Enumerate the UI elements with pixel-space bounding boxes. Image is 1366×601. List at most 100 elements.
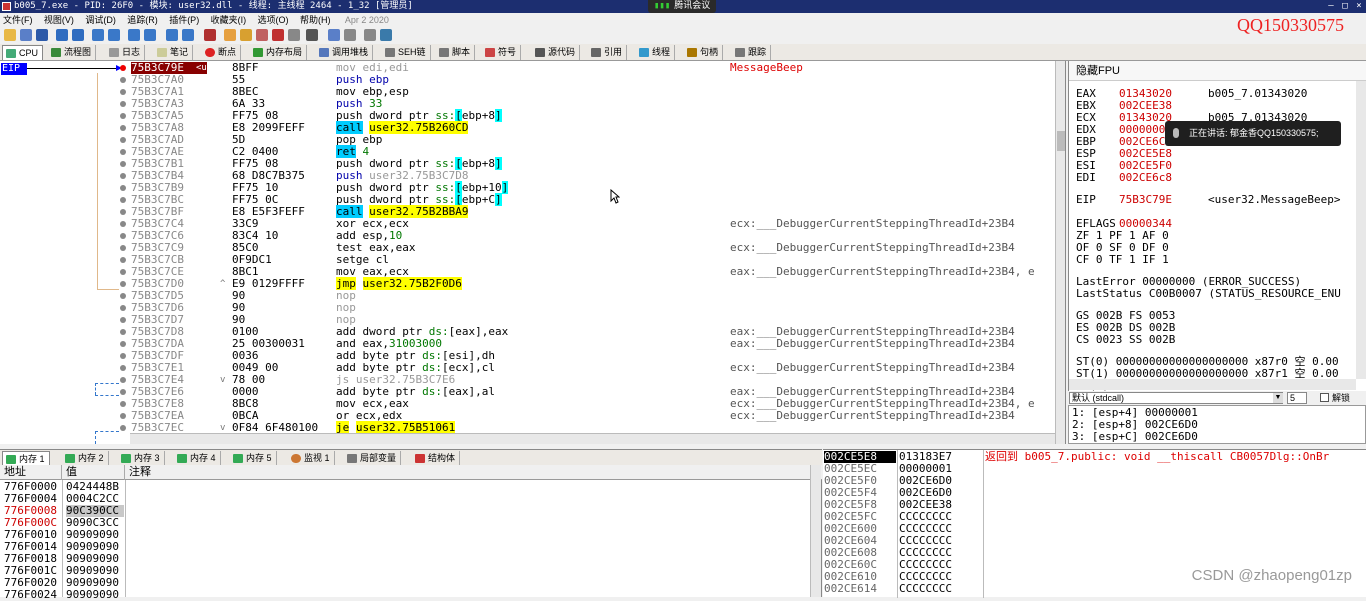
register-line[interactable]: CS 0023 SS 002B (1076, 334, 1175, 346)
disassembly-hscrollbar[interactable] (130, 433, 1055, 444)
bullet-icon[interactable] (120, 149, 126, 155)
menu-view[interactable]: 视图(V) (44, 15, 74, 25)
registers-hscrollbar[interactable] (1069, 379, 1356, 390)
bullet-icon[interactable] (120, 257, 126, 263)
disasm-row[interactable]: 75B3C7D7 90 nop (120, 314, 1055, 326)
menu-trace[interactable]: 追踪(R) (127, 15, 158, 25)
bookmarks-icon[interactable] (272, 29, 284, 41)
bullet-icon[interactable] (120, 233, 126, 239)
bullet-icon[interactable] (120, 173, 126, 179)
tab-dump-4[interactable]: 内存 4 (174, 451, 221, 466)
tab-seh-chain[interactable]: SEH链 (382, 45, 431, 60)
dump-value[interactable]: 90909090 (66, 589, 124, 601)
disasm-row[interactable]: 75B3C7E8 8BC8 mov ecx,eax ecx:___DebuggerCu… (120, 398, 1055, 410)
registers-panel[interactable]: 隐藏FPU EAX 01343020 b005_7.01343020 EBX 002CE… (1068, 61, 1366, 392)
tab-dump-2[interactable]: 内存 2 (62, 451, 109, 466)
bullet-icon[interactable] (120, 161, 126, 167)
tab-log[interactable]: 日志 (106, 45, 146, 60)
column-address[interactable]: 地址 (0, 465, 62, 480)
bullet-icon[interactable] (120, 185, 126, 191)
find-strings-icon[interactable] (328, 29, 340, 41)
tab-locals[interactable]: 局部变量 (344, 451, 402, 466)
menu-plugins[interactable]: 插件(P) (169, 15, 199, 25)
calling-convention-select[interactable]: 默认 (stdcall) (1069, 392, 1283, 404)
bullet-icon[interactable] (120, 89, 126, 95)
bullet-icon[interactable] (120, 293, 126, 299)
disassembly-view[interactable]: EIP 75B3C79E <u 8BFF mov edi,edi MessageBeep… (0, 61, 1066, 444)
column-value[interactable]: 值 (62, 465, 125, 480)
stop-icon[interactable] (36, 29, 48, 41)
column-comment[interactable]: 注释 (125, 465, 810, 480)
tab-handles[interactable]: 句柄 (684, 45, 724, 60)
bullet-icon[interactable] (120, 305, 126, 311)
calculator-icon[interactable] (344, 29, 356, 41)
registers-scrollbar[interactable] (1356, 81, 1366, 379)
menu-favourites[interactable]: 收藏夹(I) (211, 15, 247, 25)
disasm-row[interactable]: 75B3C7D6 90 nop (120, 302, 1055, 314)
execute-till-return-icon[interactable] (166, 29, 178, 41)
meeting-indicator[interactable]: ▮▮▮ 腾讯会议 (648, 0, 717, 13)
bullet-icon[interactable] (120, 221, 126, 227)
disasm-row[interactable]: 75B3C7C6 83C4 10 add esp,10 (120, 230, 1055, 242)
menu-help[interactable]: 帮助(H) (300, 15, 331, 25)
disasm-row[interactable]: 75B3C7E4 v 78 00 js user32.75B3C7E6 (120, 374, 1055, 386)
bullet-icon[interactable] (120, 281, 126, 287)
trace-into-icon[interactable] (128, 29, 140, 41)
bullet-icon[interactable] (120, 365, 126, 371)
disasm-row[interactable]: 75B3C79E <u 8BFF mov edi,edi MessageBeep (120, 62, 1055, 74)
tab-struct[interactable]: 结构体 (412, 451, 461, 466)
pause-icon[interactable] (72, 29, 84, 41)
close-icon[interactable]: × (1352, 0, 1366, 13)
memory-dump[interactable]: 地址 值 注释 776F0000 0424448B 776F0004 0004C2CC… (0, 465, 822, 601)
register-line[interactable]: EIP 75B3C79E <user32.MessageBeep> (1076, 194, 1340, 206)
bullet-icon[interactable] (120, 269, 126, 275)
scylla-icon[interactable] (204, 29, 216, 41)
bullet-icon[interactable] (120, 245, 126, 251)
bullet-icon[interactable] (120, 377, 126, 383)
restart-icon[interactable] (20, 29, 32, 41)
tab-references[interactable]: 引用 (588, 45, 628, 60)
tab-breakpoints[interactable]: 断点 (202, 45, 242, 60)
disasm-row[interactable]: 75B3C7CB 0F9DC1 setge cl (120, 254, 1055, 266)
disasm-row[interactable]: 75B3C7E6 0000 add byte ptr ds:[eax],al eax:… (120, 386, 1055, 398)
register-line[interactable]: CF 0 TF 1 IF 1 (1076, 254, 1169, 266)
labels-icon[interactable] (256, 29, 268, 41)
scrollbar-thumb[interactable] (1057, 131, 1065, 151)
menu-file[interactable]: 文件(F) (3, 15, 33, 25)
tab-source[interactable]: 源代码 (532, 45, 581, 60)
tab-dump-1[interactable]: 内存 1 (2, 451, 50, 466)
bullet-icon[interactable] (120, 137, 126, 143)
comments-icon[interactable] (240, 29, 252, 41)
bullet-icon[interactable] (120, 77, 126, 83)
bullet-icon[interactable] (120, 125, 126, 131)
tab-trace[interactable]: 跟踪 (732, 45, 772, 60)
arguments-panel[interactable]: 1: [esp+4] 00000001 2: [esp+8] 002CE6D0 … (1068, 405, 1366, 444)
tab-watch-1[interactable]: 监视 1 (288, 451, 335, 466)
bullet-icon[interactable] (120, 101, 126, 107)
bullet-icon[interactable] (120, 329, 126, 335)
tab-graph[interactable]: 流程图 (48, 45, 97, 60)
disasm-row[interactable]: 75B3C7D5 90 nop (120, 290, 1055, 302)
open-icon[interactable] (4, 29, 16, 41)
tab-threads[interactable]: 线程 (636, 45, 676, 60)
settings-icon[interactable] (364, 29, 376, 41)
tab-script[interactable]: 脚本 (436, 45, 476, 60)
tab-memory-map[interactable]: 内存布局 (250, 45, 308, 60)
unlock-checkbox[interactable] (1320, 393, 1329, 402)
tab-notes[interactable]: 笔记 (154, 45, 194, 60)
database-icon[interactable] (380, 29, 392, 41)
disasm-row[interactable]: 75B3C7DA 25 00300031 and eax,31003000 eax:_… (120, 338, 1055, 350)
bullet-icon[interactable] (120, 389, 126, 395)
bullet-icon[interactable] (120, 425, 126, 431)
menu-options[interactable]: 选项(O) (258, 15, 289, 25)
bullet-icon[interactable] (120, 209, 126, 215)
step-over-icon[interactable] (108, 29, 120, 41)
menu-debug[interactable]: 调试(D) (85, 15, 116, 25)
disassembly-scrollbar[interactable] (1055, 61, 1065, 444)
maximize-icon[interactable]: □ (1338, 0, 1352, 13)
bullet-icon[interactable] (120, 317, 126, 323)
tab-call-stack[interactable]: 调用堆栈 (316, 45, 374, 60)
patch-icon[interactable] (224, 29, 236, 41)
bullet-icon[interactable] (120, 353, 126, 359)
register-line[interactable]: EAX 01343020 b005_7.01343020 (1076, 88, 1307, 100)
